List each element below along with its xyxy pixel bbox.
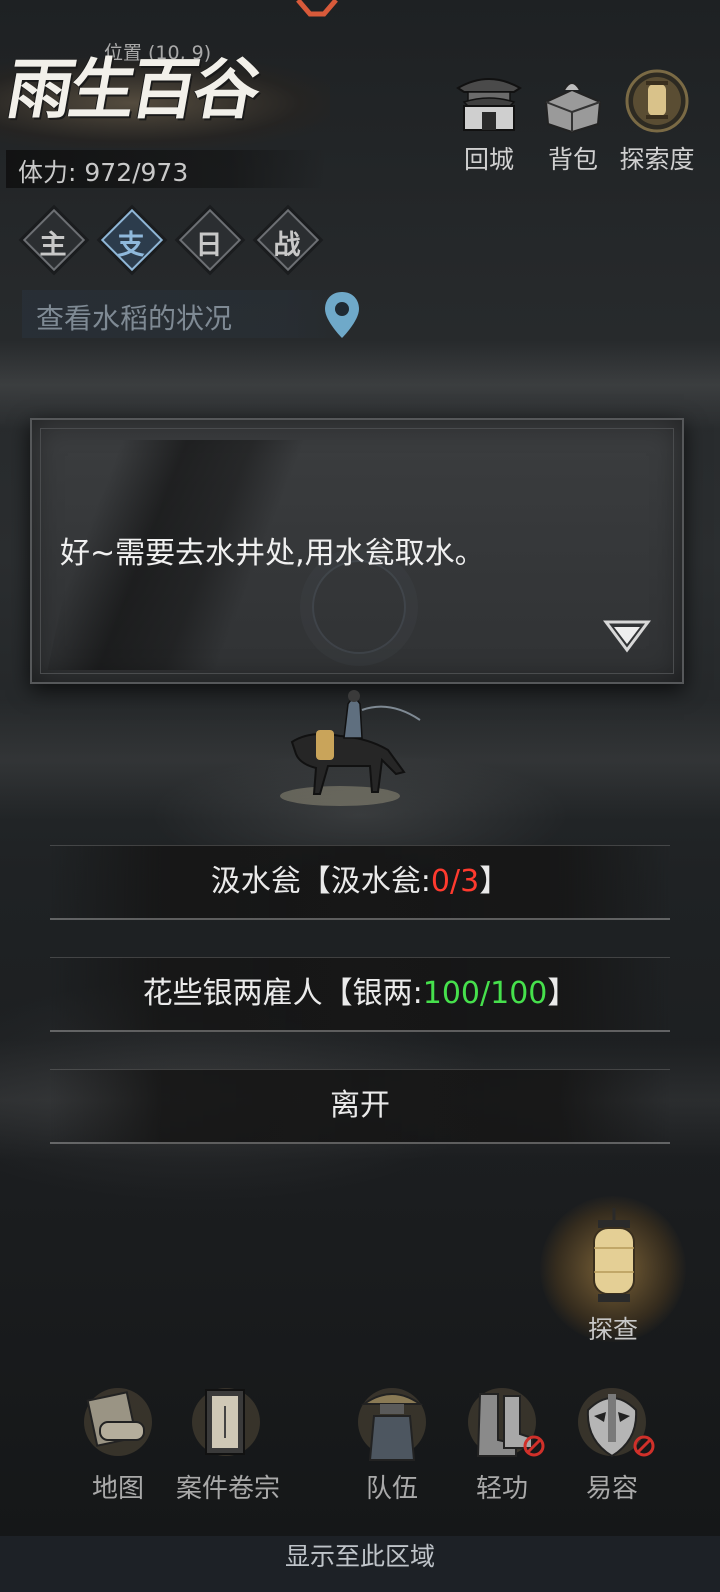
return-town-button[interactable]: 回城: [446, 68, 532, 178]
place-title: 雨生百谷: [1, 50, 263, 128]
scroll-map-icon: [84, 1388, 152, 1456]
exploration-progress-label: 探索度: [619, 145, 695, 174]
lantern-icon: [625, 69, 689, 133]
tab-side-quest[interactable]: 支: [100, 208, 164, 272]
disguise-button[interactable]: 易容: [562, 1382, 662, 1504]
tab-label: 主: [39, 230, 67, 261]
top-emblem-icon: [296, 0, 338, 17]
party-label: 队伍: [365, 1474, 418, 1504]
bag-icon: [544, 82, 602, 134]
bag-label: 背包: [547, 145, 598, 174]
investigate-label: 探查: [587, 1315, 638, 1344]
dialog-text: 好~需要去水井处,用水瓮取水。: [60, 536, 485, 571]
game-screen: 位置 (10, 9) 雨生百谷 体力: 972/973 回城 背包 探索度 主 …: [0, 0, 720, 1592]
tab-daily-quest[interactable]: 日: [178, 208, 242, 272]
locked-icon: [523, 1435, 545, 1457]
lightness-skill-button[interactable]: 轻功: [452, 1382, 552, 1504]
disguise-label: 易容: [585, 1474, 638, 1504]
player-on-horse-icon: [280, 690, 421, 806]
choice-label: 离开: [330, 1088, 390, 1123]
exploration-progress-button[interactable]: 探索度: [614, 68, 700, 178]
choice-hire-worker-button[interactable]: 花些银两雇人【银两:100/100】: [50, 957, 670, 1032]
case-files-button[interactable]: 案件卷宗: [176, 1382, 281, 1504]
investigate-button[interactable]: 探查: [540, 1196, 686, 1344]
choice-leave-button[interactable]: 离开: [50, 1069, 670, 1144]
bag-button[interactable]: 背包: [530, 68, 616, 178]
choice-label: 花些银两雇人【银两:: [142, 976, 423, 1011]
choice-count: 0/3: [430, 864, 480, 899]
tab-main-quest[interactable]: 主: [22, 208, 86, 272]
choice-text: 花些银两雇人【银两:100/100】: [50, 958, 670, 1030]
lightness-skill-label: 轻功: [475, 1474, 528, 1504]
choice-count: 100/100: [422, 976, 548, 1011]
locked-icon: [633, 1435, 655, 1457]
dialog-box[interactable]: 好~需要去水井处,用水瓮取水。: [30, 418, 684, 684]
choice-suffix: 】: [479, 864, 510, 899]
case-file-icon: [192, 1388, 260, 1456]
mist-layer: [0, 340, 720, 430]
stamina-value: 972/973: [84, 158, 189, 187]
tab-label: 支: [117, 230, 145, 261]
continue-arrow-icon[interactable]: [602, 616, 652, 656]
return-town-label: 回城: [463, 145, 514, 174]
town-gate-icon: [456, 78, 522, 131]
tab-label: 日: [195, 230, 223, 261]
choice-draw-water-button[interactable]: 汲水瓮【汲水瓮:0/3】: [50, 845, 670, 920]
case-files-label: 案件卷宗: [176, 1474, 281, 1504]
current-quest-text[interactable]: 查看水稻的状况: [36, 297, 232, 337]
map-pin-icon[interactable]: [322, 290, 362, 340]
map-button[interactable]: 地图: [68, 1382, 168, 1504]
choice-suffix: 】: [547, 976, 578, 1011]
stamina-readout: 体力: 972/973: [18, 153, 188, 189]
stamina-label: 体力:: [18, 158, 77, 187]
choice-label: 汲水瓮【汲水瓮:: [210, 864, 431, 899]
footer-text: 显示至此区域: [284, 1542, 435, 1571]
dialog-watermark: [312, 560, 406, 654]
choice-text: 汲水瓮【汲水瓮:0/3】: [50, 846, 670, 918]
tab-battle-quest[interactable]: 战: [256, 208, 320, 272]
tab-label: 战: [273, 230, 301, 261]
display-area-footer[interactable]: 显示至此区域: [0, 1536, 720, 1592]
map-label: 地图: [91, 1474, 144, 1504]
lantern-icon: [593, 1208, 635, 1302]
straw-hat-figure-icon: [358, 1388, 426, 1461]
party-button[interactable]: 队伍: [342, 1382, 442, 1504]
